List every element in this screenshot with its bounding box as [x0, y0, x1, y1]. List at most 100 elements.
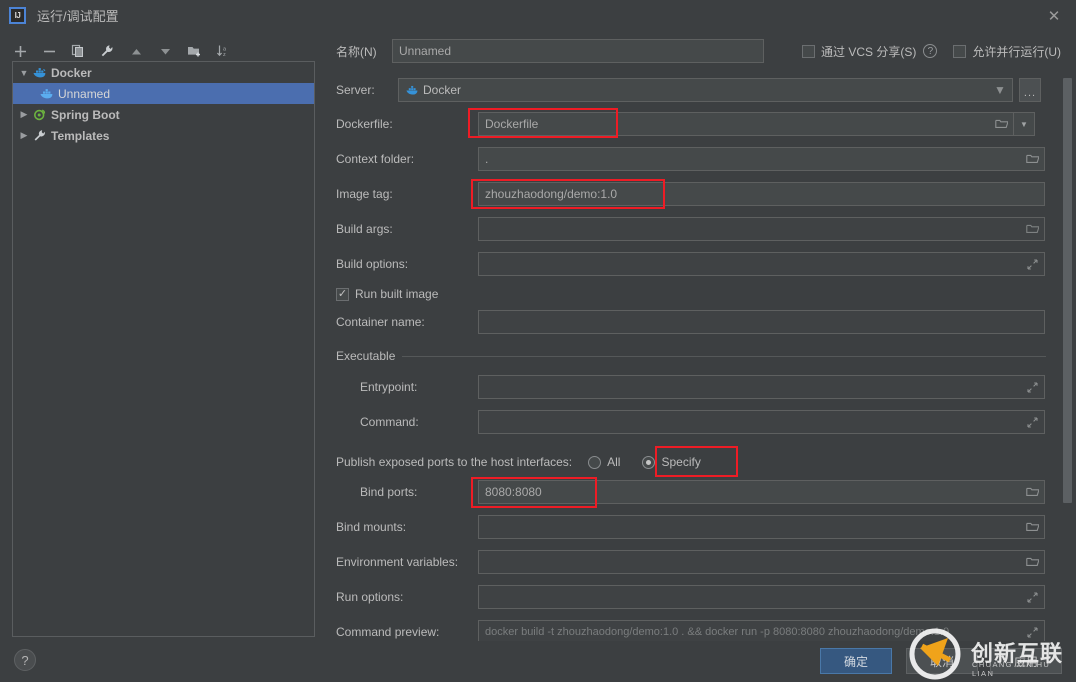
container-name-input[interactable] [478, 310, 1045, 334]
bind-ports-row: Bind ports: 8080:8080 [336, 480, 1045, 504]
folder-icon[interactable] [1023, 482, 1041, 502]
apply-button[interactable]: 应用 [990, 648, 1062, 674]
publish-all-label[interactable]: All [607, 455, 620, 469]
bind-mounts-label: Bind mounts: [336, 520, 478, 534]
build-args-row: Build args: [336, 217, 1045, 241]
context-folder-input[interactable]: . [478, 147, 1045, 171]
expand-icon[interactable] [1023, 377, 1041, 397]
expand-icon[interactable] [1023, 622, 1041, 641]
move-down-button[interactable] [155, 41, 175, 61]
name-value: Unnamed [399, 44, 760, 58]
server-label: Server: [336, 83, 398, 97]
tree-item-label: Docker [51, 66, 92, 80]
run-options-input[interactable] [478, 585, 1045, 609]
bind-mounts-row: Bind mounts: [336, 515, 1045, 539]
folder-icon[interactable] [1023, 219, 1041, 239]
docker-icon [403, 82, 420, 98]
dockerfile-dropdown-button[interactable]: ▼ [1014, 112, 1035, 136]
chevron-down-icon[interactable]: ▼ [991, 80, 1009, 100]
environment-variables-input[interactable] [478, 550, 1045, 574]
entrypoint-input[interactable] [478, 375, 1045, 399]
allow-parallel-label[interactable]: 允许并行运行(U) [972, 43, 1061, 60]
run-built-image-label[interactable]: Run built image [355, 287, 438, 301]
publish-ports-label: Publish exposed ports to the host interf… [336, 455, 572, 469]
move-up-button[interactable] [126, 41, 146, 61]
allow-parallel-checkbox[interactable] [953, 45, 966, 58]
wrench-icon[interactable] [97, 41, 117, 61]
help-button[interactable]: ? [14, 649, 36, 671]
image-tag-label: Image tag: [336, 187, 478, 201]
folder-icon[interactable] [1023, 517, 1041, 537]
remove-button[interactable] [39, 41, 59, 61]
context-folder-row: Context folder: . [336, 147, 1045, 171]
docker-icon [31, 65, 48, 81]
build-args-input[interactable] [478, 217, 1045, 241]
tree-item-spring-boot[interactable]: ▶ Spring Boot [13, 104, 314, 125]
copy-button[interactable] [68, 41, 88, 61]
command-row: Command: [336, 410, 1045, 434]
settings-scrollbar[interactable] [1062, 70, 1073, 640]
bind-ports-value: 8080:8080 [485, 485, 1023, 499]
chevron-right-icon[interactable]: ▶ [17, 129, 31, 143]
command-input[interactable] [478, 410, 1045, 434]
tree-item-templates[interactable]: ▶ Templates [13, 125, 314, 146]
ok-button[interactable]: 确定 [820, 648, 892, 674]
dockerfile-value: Dockerfile [485, 117, 992, 131]
expand-icon[interactable] [1023, 254, 1041, 274]
tree-item-docker[interactable]: ▼ Docker [13, 62, 314, 83]
server-value: Docker [423, 83, 991, 97]
share-vcs-checkbox[interactable] [802, 45, 815, 58]
executable-group-label: Executable [336, 349, 395, 363]
bind-mounts-input[interactable] [478, 515, 1045, 539]
command-preview-input[interactable]: docker build -t zhouzhaodong/demo:1.0 . … [478, 620, 1045, 641]
add-button[interactable] [10, 41, 30, 61]
context-folder-value: . [485, 152, 1023, 166]
folder-icon[interactable] [992, 114, 1010, 134]
tree-toolbar: a z [10, 39, 233, 63]
run-built-image-checkbox[interactable] [336, 288, 349, 301]
run-debug-configurations-dialog: IJ 运行/调试配置 ✕ [0, 0, 1076, 682]
configurations-tree[interactable]: ▼ Docker [12, 61, 315, 637]
publish-all-radio[interactable] [588, 456, 601, 469]
expand-icon[interactable] [1023, 587, 1041, 607]
name-label: 名称(N) [336, 43, 392, 60]
dockerfile-input[interactable]: Dockerfile [478, 112, 1014, 136]
command-preview-row: Command preview: docker build -t zhouzha… [336, 620, 1045, 641]
image-tag-value: zhouzhaodong/demo:1.0 [485, 187, 1041, 201]
dialog-footer: ? 确定 取消 应用 [0, 641, 1076, 682]
environment-variables-row: Environment variables: [336, 550, 1045, 574]
share-vcs-label[interactable]: 通过 VCS 分享(S) [821, 43, 916, 60]
server-browse-button[interactable]: ... [1019, 78, 1041, 102]
tree-item-unnamed[interactable]: Unnamed [13, 83, 314, 104]
publish-specify-radio[interactable] [642, 456, 655, 469]
command-preview-label: Command preview: [336, 625, 478, 639]
name-row: 名称(N) Unnamed [336, 39, 764, 63]
cancel-button[interactable]: 取消 [906, 648, 978, 674]
chevron-down-icon[interactable]: ▼ [17, 66, 31, 80]
publish-specify-label[interactable]: Specify [661, 455, 700, 469]
image-tag-row: Image tag: zhouzhaodong/demo:1.0 [336, 182, 1045, 206]
command-preview-value: docker build -t zhouzhaodong/demo:1.0 . … [485, 626, 1023, 638]
build-options-input[interactable] [478, 252, 1045, 276]
run-built-image-row: Run built image [336, 282, 438, 306]
entrypoint-label: Entrypoint: [336, 380, 478, 394]
image-tag-input[interactable]: zhouzhaodong/demo:1.0 [478, 182, 1045, 206]
scrollbar-thumb[interactable] [1063, 78, 1072, 503]
sort-alpha-icon[interactable]: a z [213, 41, 233, 61]
expand-icon[interactable] [1023, 412, 1041, 432]
help-icon[interactable]: ? [923, 44, 937, 58]
bind-ports-input[interactable]: 8080:8080 [478, 480, 1045, 504]
configurations-sidebar: a z ▼ Docker [0, 31, 328, 641]
chevron-right-icon[interactable]: ▶ [17, 108, 31, 122]
name-input[interactable]: Unnamed [392, 39, 764, 63]
run-options-label: Run options: [336, 590, 478, 604]
folder-icon[interactable] [1023, 552, 1041, 572]
close-icon[interactable]: ✕ [1040, 5, 1068, 27]
dockerfile-row: Dockerfile: Dockerfile ▼ [336, 112, 1035, 136]
tree-item-label: Spring Boot [51, 108, 120, 122]
server-combobox[interactable]: Docker ▼ [398, 78, 1013, 102]
new-folder-button[interactable] [184, 41, 204, 61]
build-options-label: Build options: [336, 257, 478, 271]
folder-icon[interactable] [1023, 149, 1041, 169]
environment-variables-label: Environment variables: [336, 555, 478, 569]
